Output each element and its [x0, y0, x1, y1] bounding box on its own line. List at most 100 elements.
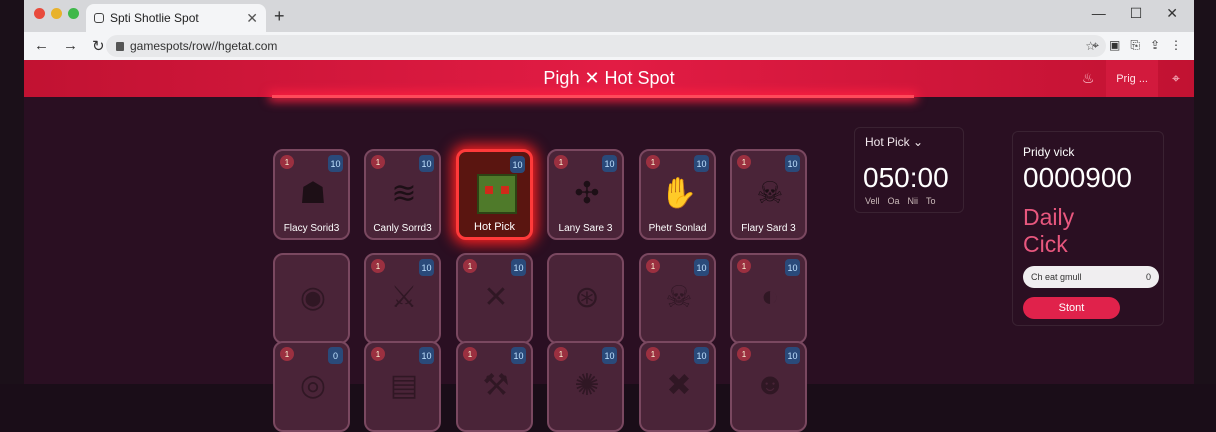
card-rank-badge: 1 [371, 155, 385, 169]
browser-tab-bar: Spti Shotlie Spot ✕ + — ☐ ✕ [24, 0, 1194, 32]
timer-unit: To [926, 196, 936, 206]
share-icon[interactable]: ⇪ [1150, 38, 1160, 53]
timer-units: Vell Oa Nii To [865, 196, 936, 206]
card-count-badge: 10 [510, 156, 525, 173]
card-label: Hot Pick [474, 221, 515, 233]
forward-arrow-icon[interactable]: → [63, 37, 78, 55]
sidebar-icon[interactable]: ▣ [1109, 38, 1120, 53]
card-rank-badge: 1 [646, 155, 660, 169]
card-count-badge: 10 [328, 155, 343, 172]
hot-pick-card[interactable]: 10 Hot Pick [456, 149, 533, 240]
page-content: Pigh ✕ Hot Spot ♨ Prig ... ⌖ 1 10 ☗ Flacy S… [24, 60, 1194, 432]
menu-icon[interactable]: ⋮ [1170, 38, 1182, 53]
game-card[interactable]: 1 10 ✋ Phetr Sonlad [639, 149, 716, 240]
site-title: Pigh ✕ Hot Spot [543, 68, 675, 88]
card-count-badge: 10 [785, 259, 800, 276]
game-card[interactable]: 1 10 ◐ [730, 253, 807, 344]
game-card[interactable]: 1 10 ☻ [730, 341, 807, 432]
crossed-blades-icon: ⚔ [390, 280, 418, 314]
hooded-face-icon: ☻ [754, 368, 786, 401]
new-tab-button[interactable]: + [274, 6, 285, 27]
card-count-badge: 10 [785, 347, 800, 364]
card-label: Flary Sard 3 [741, 223, 796, 234]
wing-emblem-icon: ≋ [391, 176, 417, 210]
card-count-badge: 10 [419, 155, 434, 172]
game-card[interactable]: 1 10 ≋ Canly Sorrd3 [364, 149, 441, 240]
maximize-dot-icon[interactable] [68, 8, 79, 19]
game-card[interactable]: 1 10 ✺ [547, 341, 624, 432]
shield-crest-icon: ◉ [299, 280, 327, 314]
lock-icon [116, 41, 124, 51]
card-rank-badge: 1 [554, 155, 568, 169]
card-rank-badge: 1 [371, 259, 385, 273]
timer-value: 050:00 [863, 162, 949, 193]
start-button[interactable]: Stont [1023, 297, 1120, 319]
extension-icon[interactable]: ⌖ [1092, 38, 1099, 53]
card-label: Lany Sare 3 [558, 223, 613, 234]
card-rank-badge: 1 [280, 155, 294, 169]
nav-buttons: ← → ↻ [34, 37, 105, 55]
crossed-bones-icon: ✖ [666, 368, 692, 402]
promo-label: Pridy vick [1023, 145, 1075, 159]
header-glow-line [272, 95, 914, 98]
game-card[interactable]: 1 0 ◎ [273, 341, 350, 432]
game-card[interactable]: 1 10 ☠ [639, 253, 716, 344]
card-count-badge: 10 [511, 259, 526, 276]
promo-input-suffix: 0 [1145, 272, 1151, 282]
card-count-badge: 10 [694, 155, 709, 172]
window-minimize-icon[interactable]: — [1092, 5, 1106, 22]
game-card[interactable]: 1 10 ⚒ [456, 341, 533, 432]
tab-close-icon[interactable]: ✕ [246, 10, 258, 27]
card-rank-badge: 1 [737, 155, 751, 169]
promo-input-field[interactable]: Ch eat gmull 0 [1023, 266, 1159, 288]
game-card[interactable]: 1 10 ✖ [639, 341, 716, 432]
game-card[interactable]: 1 10 ⚔ [364, 253, 441, 344]
card-count-badge: 10 [785, 155, 800, 172]
flame-icon[interactable]: ♨ [1070, 60, 1106, 97]
game-card[interactable]: 1 10 ☠ Flary Sard 3 [730, 149, 807, 240]
spiral-shield-icon: ◎ [299, 368, 327, 402]
eye-orb-icon: ◐ [760, 280, 780, 313]
traffic-lights [34, 8, 79, 19]
url-text: gamespots/row//hgetat.com [130, 39, 278, 53]
card-count-badge: 10 [419, 259, 434, 276]
hooded-figure-icon: ☗ [299, 176, 327, 210]
promo-value: 0000900 [1023, 162, 1133, 193]
card-count-badge: 0 [328, 347, 343, 364]
skull-crossbones-icon: ☠ [665, 280, 693, 314]
card-rank-badge: 1 [737, 347, 751, 361]
browser-tab[interactable]: Spti Shotlie Spot ✕ [86, 4, 266, 32]
promo-heading-line: Cick [1023, 231, 1068, 257]
card-count-badge: 10 [419, 347, 434, 364]
copy-icon[interactable]: ⎘ [1130, 38, 1140, 53]
reload-icon[interactable]: ↻ [92, 37, 105, 55]
card-count-badge: 10 [694, 259, 709, 276]
game-card[interactable]: 1 10 ✕ [456, 253, 533, 344]
timer-label[interactable]: Hot Pick ⌄ [865, 135, 923, 149]
back-arrow-icon[interactable]: ← [34, 37, 49, 55]
spider-creature-icon: ✣ [574, 176, 600, 210]
card-rank-badge: 1 [554, 347, 568, 361]
location-pin-icon[interactable]: ⌖ [1158, 60, 1194, 97]
address-bar-row: ← → ↻ gamespots/row//hgetat.com ☆ ⌖ ▣ ⎘ … [24, 32, 1194, 60]
hot-pick-timer-panel: Hot Pick ⌄ 050:00 Vell Oa Nii To [854, 127, 964, 213]
game-card[interactable]: 1 10 ▤ [364, 341, 441, 432]
game-card[interactable]: ⊛ [547, 253, 624, 344]
hammer-rune-icon: ⚒ [482, 368, 510, 402]
game-card[interactable]: 1 10 ✣ Lany Sare 3 [547, 149, 624, 240]
url-field[interactable]: gamespots/row//hgetat.com ☆ [106, 35, 1106, 57]
close-dot-icon[interactable] [34, 8, 45, 19]
timer-unit: Oa [887, 196, 900, 206]
game-card[interactable]: 1 10 ☗ Flacy Sorid3 [273, 149, 350, 240]
skull-mask-icon: ☠ [756, 176, 784, 210]
game-card[interactable]: ◉ [273, 253, 350, 344]
screenshot-frame: Spti Shotlie Spot ✕ + — ☐ ✕ ← → ↻ gamesp… [0, 0, 1216, 432]
card-count-badge: 10 [602, 347, 617, 364]
minimize-dot-icon[interactable] [51, 8, 62, 19]
skull-badge-icon: ✺ [574, 368, 600, 402]
promo-input-value: Ch eat gmull [1031, 272, 1082, 282]
card-rank-badge: 1 [463, 259, 477, 273]
header-button[interactable]: Prig ... [1106, 60, 1158, 97]
window-close-icon[interactable]: ✕ [1166, 5, 1178, 22]
window-maximize-icon[interactable]: ☐ [1130, 5, 1143, 22]
